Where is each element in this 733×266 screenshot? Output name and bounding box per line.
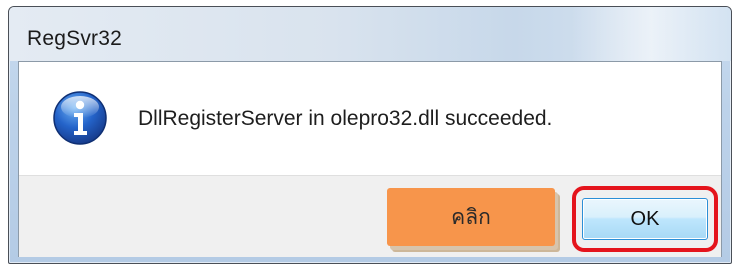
dialog-client-area: DllRegisterServer in olepro32.dll succee…: [18, 61, 722, 257]
title-bar[interactable]: RegSvr32: [9, 7, 731, 61]
ok-button[interactable]: OK: [582, 198, 708, 240]
regsvr32-dialog-window: RegSvr32 DllRegisterServer in olepro32.d…: [8, 6, 732, 264]
screenshot-canvas: RegSvr32 DllRegisterServer in olepro32.d…: [0, 0, 733, 266]
dialog-message: DllRegisterServer in olepro32.dll succee…: [138, 107, 553, 130]
message-area: DllRegisterServer in olepro32.dll succee…: [19, 62, 721, 175]
click-annotation-label: คลิก: [387, 188, 555, 246]
info-icon: [53, 91, 107, 145]
button-bar: คลิก OK: [19, 175, 721, 257]
window-title: RegSvr32: [27, 27, 122, 50]
